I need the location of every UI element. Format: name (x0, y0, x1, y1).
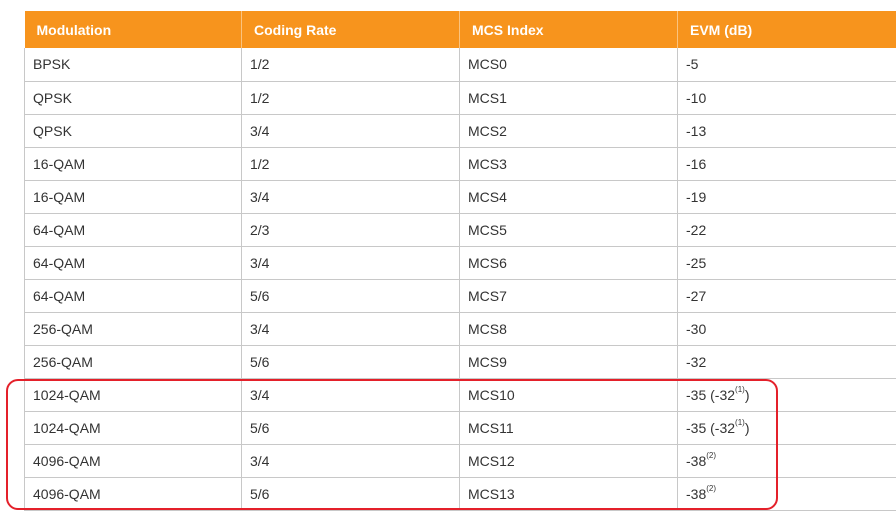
modulation-cell: QPSK (24, 81, 242, 115)
evm-value: -38 (686, 452, 707, 469)
table-row: BPSK 1/2 MCS0 -5 (24, 48, 896, 82)
coding-rate-cell: 1/2 (241, 81, 460, 115)
mcs-table: Modulation Coding Rate MCS Index EVM (dB… (24, 11, 896, 511)
evm-cell: -32 (677, 345, 896, 379)
footnote-marker: (2) (706, 483, 717, 493)
modulation-cell: 64-QAM (24, 279, 242, 313)
table-row: 64-QAM 3/4 MCS6 -25 (24, 246, 896, 280)
coding-rate-cell: 3/4 (241, 378, 460, 412)
table-row: 64-QAM 5/6 MCS7 -27 (24, 279, 896, 313)
header-coding-rate: Coding Rate (241, 11, 460, 48)
coding-rate-cell: 5/6 (241, 411, 460, 445)
mcs-index-cell: MCS2 (459, 114, 678, 148)
evm-cell: -38(2) (677, 444, 896, 478)
footnote-marker: (1) (735, 384, 745, 394)
header-row: Modulation Coding Rate MCS Index EVM (dB… (24, 11, 896, 48)
coding-rate-cell: 3/4 (241, 114, 460, 148)
footnote-marker: (1) (735, 417, 745, 427)
mcs-index-cell: MCS10 (459, 378, 678, 412)
coding-rate-cell: 2/3 (241, 213, 460, 247)
evm-cell: -10 (677, 81, 896, 115)
mcs-index-cell: MCS4 (459, 180, 678, 214)
evm-value: -32 (686, 353, 707, 370)
table-body: BPSK 1/2 MCS0 -5 QPSK 1/2 MCS1 -10 QPSK 3/4 MCS2 -1… (24, 48, 896, 511)
coding-rate-cell: 3/4 (241, 246, 460, 280)
modulation-cell: 16-QAM (24, 180, 242, 214)
mcs-index-cell: MCS13 (459, 477, 678, 511)
mcs-index-cell: MCS12 (459, 444, 678, 478)
modulation-cell: 64-QAM (24, 246, 242, 280)
table-row: 64-QAM 2/3 MCS5 -22 (24, 213, 896, 247)
table-row: 4096-QAM 3/4 MCS12 -38(2) (24, 444, 896, 478)
evm-value: -22 (686, 221, 707, 238)
evm-value: -16 (686, 155, 707, 172)
evm-cell: -38(2) (677, 477, 896, 511)
evm-cell: -27 (677, 279, 896, 313)
evm-value: -5 (686, 56, 699, 73)
evm-suffix: ) (744, 386, 750, 403)
modulation-cell: 64-QAM (24, 213, 242, 247)
modulation-cell: 256-QAM (24, 312, 242, 346)
mcs-index-cell: MCS0 (459, 48, 678, 82)
table-row: QPSK 1/2 MCS1 -10 (24, 81, 896, 115)
evm-cell: -5 (677, 48, 896, 82)
mcs-index-cell: MCS9 (459, 345, 678, 379)
table-row: 4096-QAM 5/6 MCS13 -38(2) (24, 477, 896, 511)
header-evm: EVM (dB) (677, 11, 896, 48)
coding-rate-cell: 3/4 (241, 180, 460, 214)
mcs-index-cell: MCS3 (459, 147, 678, 181)
mcs-index-cell: MCS7 (459, 279, 678, 313)
table-row: 16-QAM 3/4 MCS4 -19 (24, 180, 896, 214)
evm-cell: -16 (677, 147, 896, 181)
mcs-index-cell: MCS1 (459, 81, 678, 115)
mcs-table-container: Modulation Coding Rate MCS Index EVM (dB… (24, 11, 896, 511)
table-row: 1024-QAM 3/4 MCS10 -35 (-32(1)) (24, 378, 896, 412)
table-row: 256-QAM 5/6 MCS9 -32 (24, 345, 896, 379)
table-row: QPSK 3/4 MCS2 -13 (24, 114, 896, 148)
modulation-cell: 1024-QAM (24, 378, 242, 412)
header-modulation: Modulation (24, 11, 242, 48)
modulation-cell: BPSK (24, 48, 242, 82)
mcs-index-cell: MCS6 (459, 246, 678, 280)
table-row: 256-QAM 3/4 MCS8 -30 (24, 312, 896, 346)
evm-cell: -13 (677, 114, 896, 148)
evm-value: -19 (686, 188, 707, 205)
evm-cell: -30 (677, 312, 896, 346)
modulation-cell: 1024-QAM (24, 411, 242, 445)
header-mcs-index: MCS Index (459, 11, 678, 48)
coding-rate-cell: 1/2 (241, 48, 460, 82)
evm-value: -27 (686, 287, 707, 304)
evm-cell: -19 (677, 180, 896, 214)
evm-value: -13 (686, 122, 707, 139)
evm-cell: -25 (677, 246, 896, 280)
coding-rate-cell: 1/2 (241, 147, 460, 181)
table-row: 1024-QAM 5/6 MCS11 -35 (-32(1)) (24, 411, 896, 445)
evm-value: -38 (686, 485, 707, 502)
table-header: Modulation Coding Rate MCS Index EVM (dB… (24, 11, 896, 48)
table-row: 16-QAM 1/2 MCS3 -16 (24, 147, 896, 181)
evm-cell: -35 (-32(1)) (677, 411, 896, 445)
coding-rate-cell: 5/6 (241, 345, 460, 379)
modulation-cell: 4096-QAM (24, 444, 242, 478)
modulation-cell: 256-QAM (24, 345, 242, 379)
modulation-cell: QPSK (24, 114, 242, 148)
evm-value: -10 (686, 89, 707, 106)
evm-suffix: ) (744, 419, 750, 436)
modulation-cell: 4096-QAM (24, 477, 242, 511)
evm-value: -35 (-32 (686, 386, 736, 403)
evm-cell: -22 (677, 213, 896, 247)
evm-cell: -35 (-32(1)) (677, 378, 896, 412)
coding-rate-cell: 5/6 (241, 477, 460, 511)
coding-rate-cell: 3/4 (241, 444, 460, 478)
modulation-cell: 16-QAM (24, 147, 242, 181)
evm-value: -25 (686, 254, 707, 271)
footnote-marker: (2) (706, 450, 717, 460)
evm-value: -30 (686, 320, 707, 337)
mcs-index-cell: MCS8 (459, 312, 678, 346)
mcs-index-cell: MCS11 (459, 411, 678, 445)
coding-rate-cell: 3/4 (241, 312, 460, 346)
evm-value: -35 (-32 (686, 419, 736, 436)
mcs-index-cell: MCS5 (459, 213, 678, 247)
coding-rate-cell: 5/6 (241, 279, 460, 313)
